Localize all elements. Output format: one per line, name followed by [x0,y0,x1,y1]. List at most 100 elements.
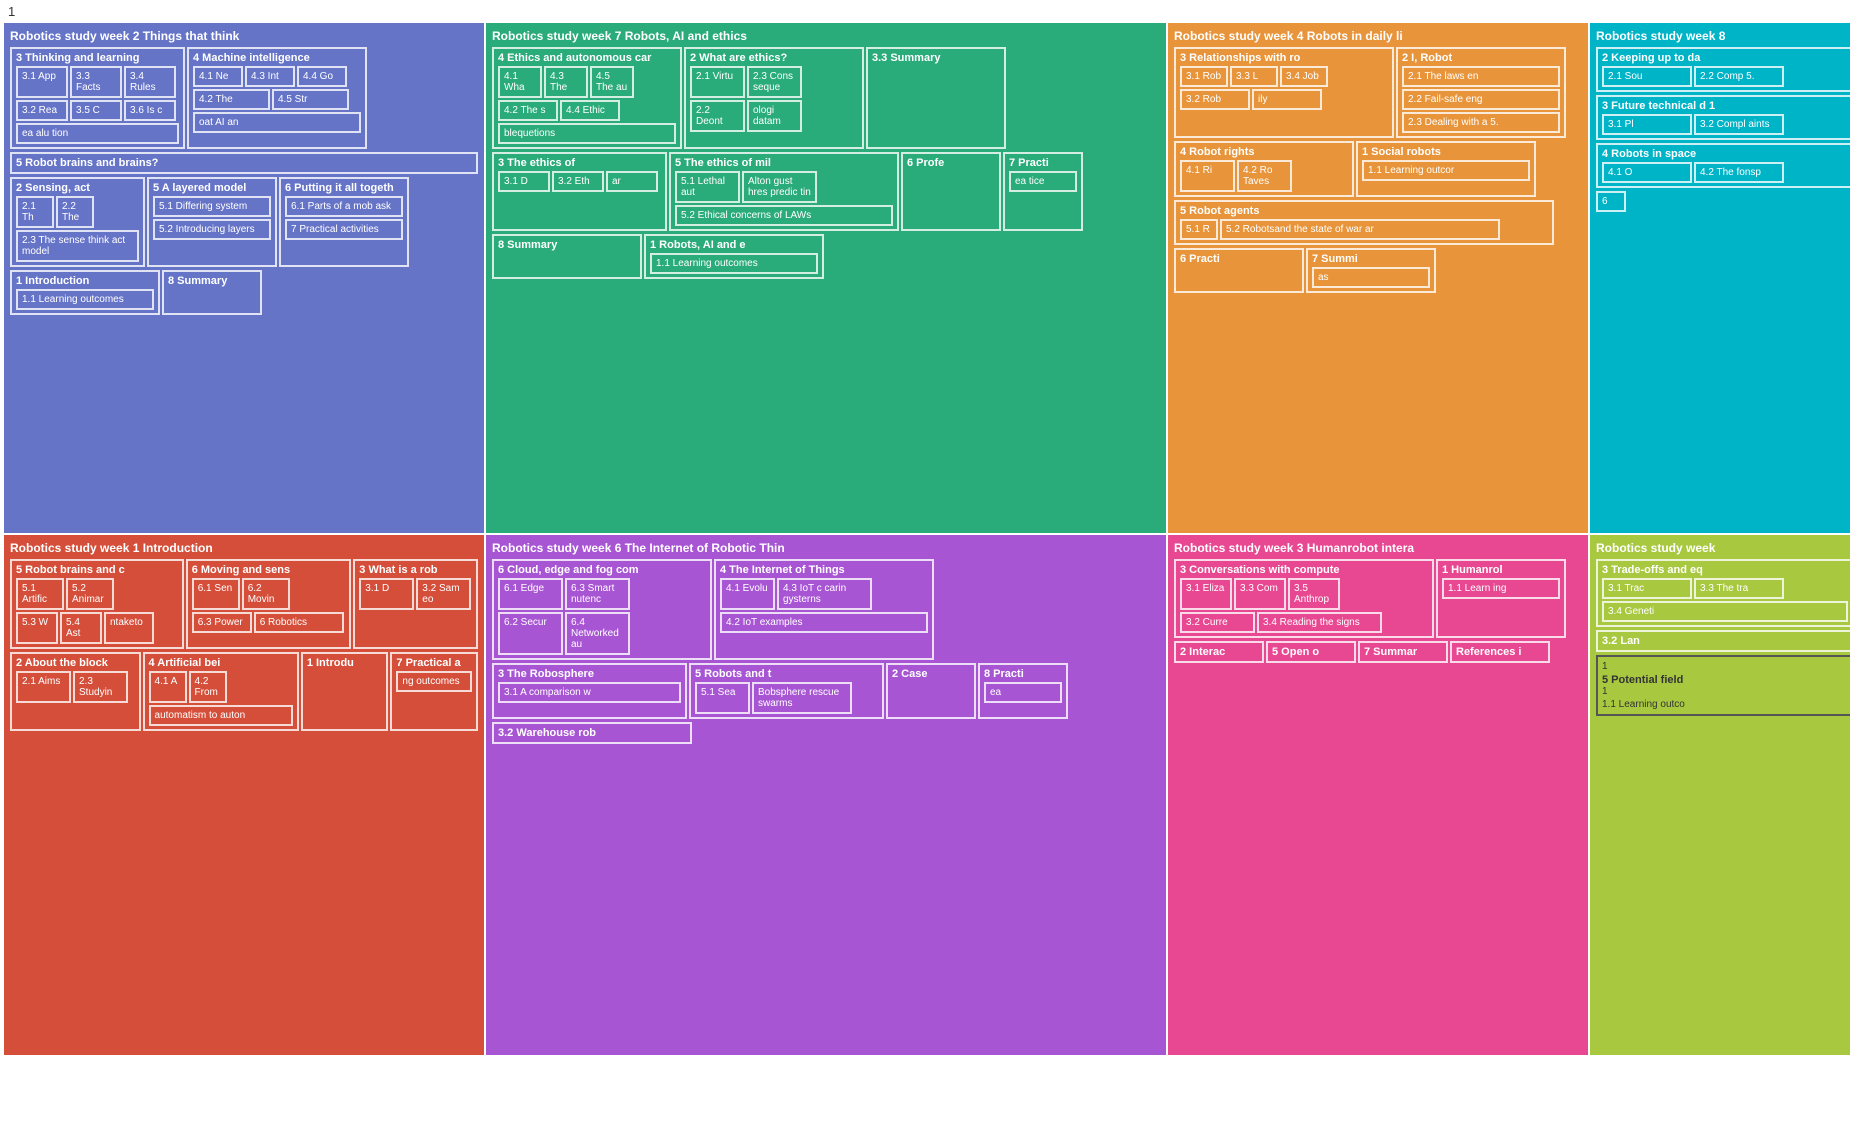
week2-intro: 1 Introduction 1.1 Learning outcomes [10,270,160,315]
week7-33sum: 3.3 Summary [866,47,1006,149]
week5-section: Robotics study week 3 Trade-offs and eq … [1590,535,1850,1055]
w8-31: 3.1 Pl [1602,114,1692,135]
w3-33: 3.3 Com [1234,578,1286,610]
w7-41: 4.1 Wha [498,66,542,98]
w8-ris-title: 4 Robots in space [1602,148,1848,160]
w2-21: 2.1 Th [16,196,54,228]
week1-aboutblock: 2 About the block 2.1 Aims 2.3 Studyin [10,652,141,731]
w7-31: 3.1 D [498,171,550,192]
w4-31: 3.1 Rob [1180,66,1228,87]
page-number: 1 [4,4,1846,19]
w6-43: 4.3 IoT c carin gysterns [777,578,872,610]
w1-42: 4.2 From [189,671,227,703]
w3-2i-title: 2 Interac [1180,646,1258,658]
week6-section: Robotics study week 6 The Internet of Ro… [486,535,1166,1055]
w4-32: 3.2 Rob [1180,89,1250,110]
week2-layered: 5 A layered model 5.1 Differing system 5… [147,177,277,267]
week5-32lan: 3.2 Lan [1596,630,1850,652]
week7-1robots: 1 Robots, AI and e 1.1 Learning outcomes [644,234,824,279]
w2-11: 1.1 Learning outcomes [16,289,154,310]
week7-section: Robotics study week 7 Robots, AI and eth… [486,23,1166,533]
week2-section: Robotics study week 2 Things that think … [4,23,484,533]
w7-33sum-title: 3.3 Summary [872,52,1000,64]
week5-tradeoffs: 3 Trade-offs and eq 3.1 Trac 3.3 The tra… [1596,559,1850,627]
w2-layered-title: 5 A layered model [153,182,271,194]
w1-52: 5.2 Animar [66,578,114,610]
week8-title: Robotics study week 8 [1596,29,1850,43]
w2-61: 6.1 Parts of a mob ask [285,196,403,217]
week5-potential: 1 5 Potential field 1 1.1 Learning outco [1596,655,1850,716]
week1-moving: 6 Moving and sens 6.1 Sen 6.2 Movin 6.3 … [186,559,352,649]
w6-rob-title: 3 The Robosphere [498,668,681,680]
w1-ngout: ng outcomes [396,671,472,692]
week8-6: 6 [1596,191,1626,212]
w3-35: 3.5 Anthrop [1288,578,1340,610]
week2-sensing: 2 Sensing, act 2.1 Th 2.2 The 2.3 The se… [10,177,145,267]
week1-robotbrains: 5 Robot brains and c 5.1 Artific 5.2 Ani… [10,559,184,649]
week1-section: Robotics study week 1 Introduction 5 Rob… [4,535,484,1055]
w4-22: 2.2 Fail-safe eng [1402,89,1560,110]
week6-8practi: 8 Practi ea [978,663,1068,719]
week4-robotagents: 5 Robot agents 5.1 R 5.2 Robotsand the s… [1174,200,1554,245]
w1-wr-title: 3 What is a rob [359,564,472,576]
w6-wh-title: 3.2 Warehouse rob [498,727,686,739]
w1-automatism: automatism to auton [149,705,293,726]
w2-31: 3.1 App [16,66,68,98]
w1-41: 4.1 A [149,671,187,703]
w4-52: 5.2 Robotsand the state of war ar [1220,219,1500,240]
w4-34: 3.4 Job [1280,66,1328,87]
week1-1intro: 1 Introdu [301,652,389,731]
w2-32: 3.2 Rea [16,100,68,121]
w4-ily: ily [1252,89,1322,110]
week2-group1-title: 3 Thinking and learning [16,52,179,64]
week5-title: Robotics study week [1596,541,1850,555]
w2-42: 4.2 The [193,89,270,110]
w4-11: 1.1 Learning outcor [1362,160,1530,181]
w7-23: 2.3 Cons seque [747,66,802,98]
w1-ab-title: 2 About the block [16,657,135,669]
w1-ms-title: 6 Moving and sens [192,564,346,576]
main-grid: Robotics study week 2 Things that think … [4,23,1846,1055]
w7-ea: ea tice [1009,171,1077,192]
week2-putting: 6 Putting it all togeth 6.1 Parts of a m… [279,177,409,267]
w4-42: 4.2 Ro Taves [1237,160,1292,192]
week4-7summ: 7 Summi as [1306,248,1436,293]
w2-41: 4.1 Ne [193,66,243,87]
w3-hr-title: 1 Humanrol [1442,564,1560,576]
w6-bobsphere: Bobsphere rescue swarms [752,682,852,714]
w1-23: 2.3 Studyin [73,671,128,703]
w6-2c-title: 2 Case [892,668,970,680]
w2-36: 3.6 Is c [124,100,176,121]
w1-arb-title: 4 Artificial bei [149,657,293,669]
w2-robot-brains-banner: 5 Robot brains and brains? [10,152,478,174]
week6-iot: 4 The Internet of Things 4.1 Evolu 4.3 I… [714,559,934,660]
w7-alton: Alton gust hres predic tin [742,171,817,203]
w1-62: 6.2 Movin [242,578,290,610]
week7-title: Robotics study week 7 Robots, AI and eth… [492,29,1160,43]
week3-humanrol: 1 Humanrol 1.1 Learn ing [1436,559,1566,638]
w8-ku-title: 2 Keeping up to da [1602,52,1848,64]
w7-43: 4.3 The [544,66,588,98]
w7-42: 4.2 The s [498,100,558,121]
w3-31: 3.1 Eliza [1180,578,1232,610]
week3-5open: 5 Open o [1266,641,1356,663]
week1-7practical: 7 Practical a ng outcomes [390,652,478,731]
w8-ft-title: 3 Future technical d 1 [1602,100,1848,112]
w2-44: 4.4 Go [297,66,347,87]
w4-sr-title: 1 Social robots [1362,146,1530,158]
week1-artificialbe: 4 Artificial bei 4.1 A 4.2 From automati… [143,652,299,731]
week7-6profe: 6 Profe [901,152,1001,231]
w1-54: 5.4 Ast [60,612,102,644]
w2-45: 4.5 Str [272,89,349,110]
w5-32-title: 3.2 Lan [1602,635,1848,647]
w6-8p-title: 8 Practi [984,668,1062,680]
w3-34: 3.4 Reading the signs [1257,612,1382,633]
w6-ea: ea [984,682,1062,703]
week2-group1: 3 Thinking and learning 3.1 App 3.3 Fact… [10,47,185,149]
w7-em-title: 5 The ethics of mil [675,157,893,169]
w7-7pract-title: 7 Practi [1009,157,1077,169]
w5-34: 3.4 Geneti [1602,601,1848,622]
week4-section: Robotics study week 4 Robots in daily li… [1168,23,1588,533]
w7-32: 3.2 Eth [552,171,604,192]
week6-warehouse: 3.2 Warehouse rob [492,722,692,744]
